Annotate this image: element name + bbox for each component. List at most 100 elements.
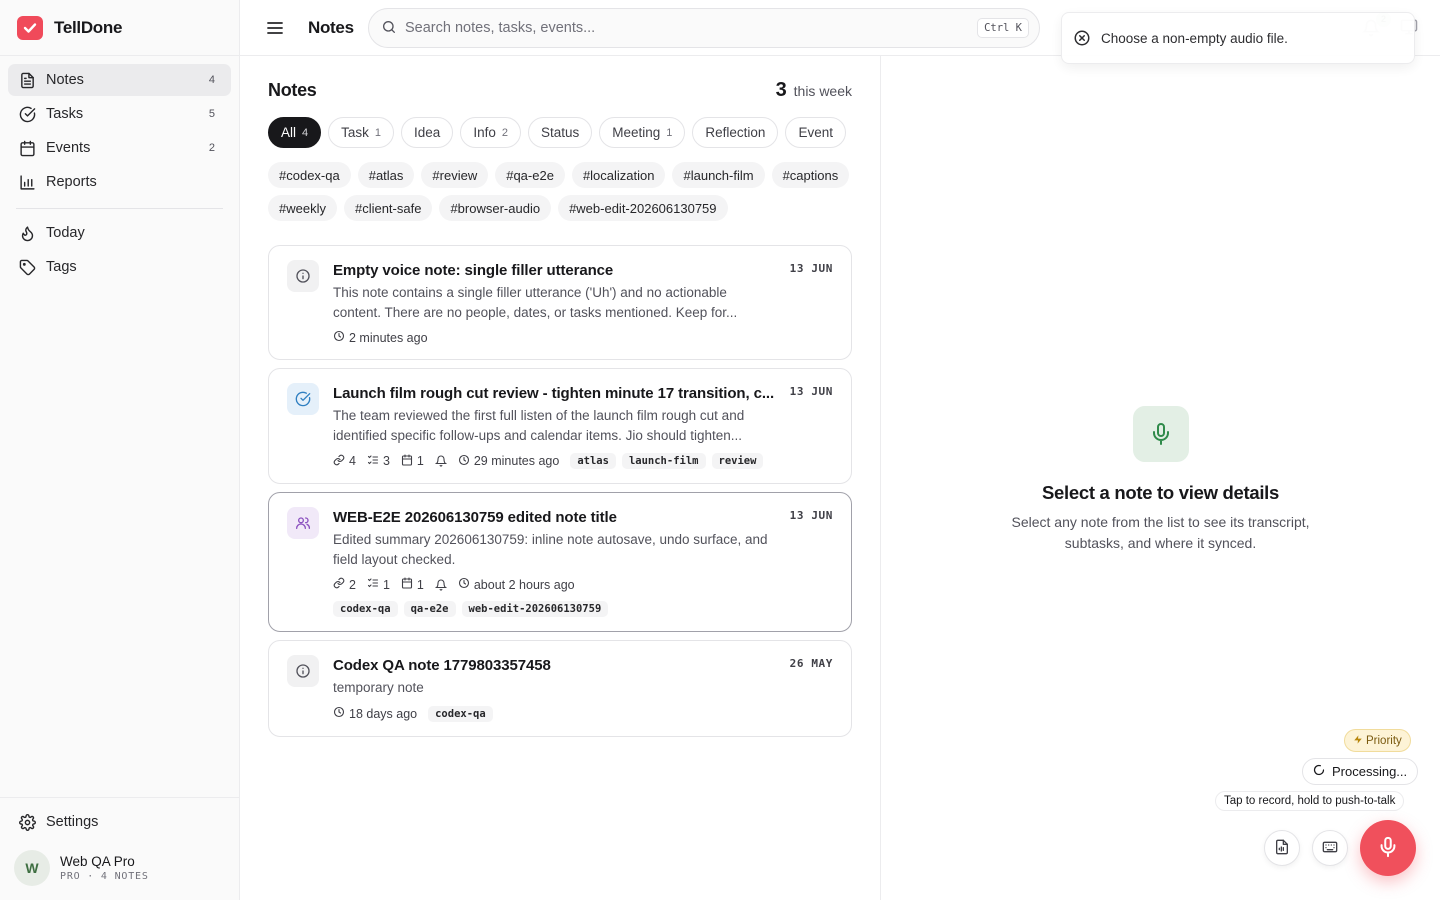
note-date: 13 JUN — [789, 509, 833, 522]
sidebar-footer: Settings W Web QA Pro PRO · 4 NOTES — [0, 797, 239, 900]
close-circle-icon[interactable] — [1073, 29, 1091, 47]
filter-task[interactable]: Task 1 — [328, 117, 395, 148]
calendar-icon — [18, 139, 36, 157]
calendar-icon — [401, 577, 413, 592]
filter-label: Meeting — [612, 125, 661, 140]
note-tag[interactable]: launch-film — [621, 453, 706, 469]
page-title: Notes — [308, 17, 354, 37]
note-summary: The team reviewed the first full listen … — [333, 408, 745, 443]
info-icon — [287, 655, 319, 687]
search-bar: Ctrl K — [368, 8, 1040, 48]
spinner-icon — [1313, 764, 1325, 779]
sidebar-item-label: Tasks — [46, 106, 84, 122]
priority-badge[interactable]: Priority — [1344, 729, 1411, 752]
clock-icon — [333, 706, 345, 721]
note-title: Codex QA note 1779803357458 — [333, 657, 551, 674]
clock-icon — [333, 330, 345, 345]
note-date: 13 JUN — [789, 262, 833, 275]
subtasks-icon — [367, 454, 379, 469]
filter-reflection[interactable]: Reflection — [692, 117, 779, 148]
bell-icon — [434, 455, 447, 467]
keyboard-input-button[interactable] — [1312, 830, 1348, 866]
tag-chip[interactable]: #captions — [771, 162, 850, 188]
filter-all[interactable]: All 4 — [268, 117, 322, 148]
note-tag[interactable]: codex-qa — [428, 705, 493, 722]
filter-info[interactable]: Info 2 — [460, 117, 521, 148]
tag-chip[interactable]: #qa-e2e — [495, 162, 565, 188]
search-icon — [381, 19, 397, 38]
keyboard-icon — [1322, 839, 1338, 858]
notes-icon — [18, 71, 36, 89]
note-meta: 18 days ago codex-qa — [333, 705, 833, 722]
microphone-icon — [1132, 406, 1189, 462]
notes-list-pane: Notes 3 this week All 4 Task 1 Idea Info 2 … — [240, 56, 881, 900]
filter-meeting[interactable]: Meeting 1 — [599, 117, 686, 148]
tag-chip[interactable]: #atlas — [357, 162, 415, 188]
sidebar-item-today[interactable]: Today — [8, 217, 231, 249]
search-input[interactable] — [405, 20, 978, 36]
note-time-label: 18 days ago — [349, 706, 418, 721]
tag-chip[interactable]: #web-edit-202606130759 — [558, 195, 728, 221]
gear-icon — [18, 813, 36, 831]
sidebar-item-label: Reports — [46, 174, 97, 190]
note-date: 13 JUN — [789, 385, 833, 398]
sidebar-item-tags[interactable]: Tags — [8, 251, 231, 283]
sidebar-item-reports[interactable]: Reports — [8, 166, 231, 198]
note-card[interactable]: 13 JUN Launch film rough cut review - ti… — [268, 368, 852, 484]
clock-icon — [458, 577, 470, 592]
filter-event[interactable]: Event — [785, 117, 846, 148]
filter-count: 1 — [374, 126, 382, 139]
note-time: 18 days ago — [333, 706, 417, 721]
error-toast: Choose a non-empty audio file. — [1061, 12, 1415, 64]
tag-chip[interactable]: #codex-qa — [268, 162, 351, 188]
record-button[interactable] — [1360, 820, 1416, 876]
sidebar-item-tasks[interactable]: Tasks 5 — [8, 98, 231, 130]
lightning-icon — [1353, 734, 1363, 748]
note-time-label: 29 minutes ago — [473, 454, 560, 468]
empty-title: Select a note to view details — [1041, 482, 1280, 503]
filter-label: Info — [473, 125, 496, 140]
note-card[interactable]: 13 JUN WEB-E2E 202606130759 edited note … — [268, 492, 852, 632]
note-tag[interactable]: atlas — [570, 453, 616, 469]
empty-state: Select a note to view details Select any… — [881, 406, 1440, 554]
sidebar-item-label: Settings — [46, 814, 99, 830]
note-tag[interactable]: qa-e2e — [403, 601, 456, 617]
week-summary: 3 this week — [776, 79, 852, 102]
menu-icon[interactable] — [263, 16, 287, 40]
user-profile[interactable]: W Web QA Pro PRO · 4 NOTES — [8, 840, 231, 892]
filter-label: Status — [540, 125, 580, 140]
tag-chip[interactable]: #launch-film — [672, 162, 765, 188]
sidebar-item-notes[interactable]: Notes 4 — [8, 64, 231, 96]
events-value: 1 — [416, 454, 424, 468]
week-label: this week — [793, 83, 852, 99]
tag-chip[interactable]: #localization — [571, 162, 666, 188]
microphone-icon — [1377, 836, 1399, 861]
tag-chip[interactable]: #client-safe — [343, 195, 433, 221]
note-card[interactable]: 13 JUN Empty voice note: single filler u… — [268, 245, 852, 360]
filter-status[interactable]: Status — [527, 117, 593, 148]
note-tag[interactable]: review — [711, 453, 764, 469]
tag-chip[interactable]: #weekly — [268, 195, 337, 221]
note-tag[interactable]: web-edit-202606130759 — [461, 601, 609, 617]
note-meta: 4 3 1 29 minutes ago atlas launch-film r… — [333, 453, 833, 469]
sidebar-item-label: Tags — [46, 259, 77, 275]
sidebar-item-events[interactable]: Events 2 — [8, 132, 231, 164]
tag-chip[interactable]: #browser-audio — [439, 195, 552, 221]
upload-audio-button[interactable] — [1264, 830, 1300, 866]
filter-idea[interactable]: Idea — [401, 117, 454, 148]
sidebar-item-settings[interactable]: Settings — [8, 806, 231, 838]
note-title: WEB-E2E 202606130759 edited note title — [333, 509, 617, 526]
note-time-label: about 2 hours ago — [473, 577, 575, 592]
note-summary: This note contains a single filler utter… — [333, 285, 738, 320]
note-tag[interactable]: codex-qa — [333, 601, 398, 617]
subtasks-value: 1 — [382, 577, 390, 592]
sidebar-item-label: Notes — [46, 72, 84, 88]
note-card[interactable]: 26 MAY Codex QA note 1779803357458 tempo… — [268, 640, 852, 737]
brand[interactable]: TellDone — [0, 0, 239, 56]
tag-filters: #codex-qa #atlas #review #qa-e2e #locali… — [268, 162, 853, 221]
app-name: TellDone — [54, 17, 123, 37]
tag-chip[interactable]: #review — [421, 162, 489, 188]
users-icon — [287, 507, 319, 539]
sidebar-item-label: Today — [46, 225, 85, 241]
priority-label: Priority — [1366, 734, 1402, 747]
